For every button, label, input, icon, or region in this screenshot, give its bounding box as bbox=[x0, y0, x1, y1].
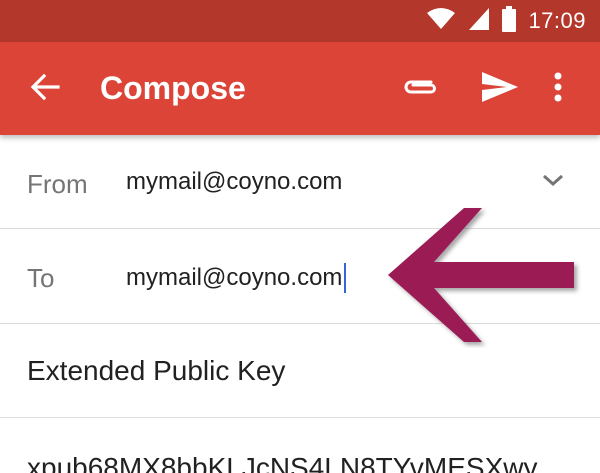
from-dropdown-button[interactable] bbox=[536, 165, 570, 199]
more-options-button[interactable] bbox=[540, 66, 576, 112]
compose-screen: 17:09 Compose From mymail@coyno.com To m… bbox=[0, 0, 600, 473]
paperclip-icon bbox=[401, 76, 439, 103]
attach-button[interactable] bbox=[398, 68, 442, 110]
status-bar: 17:09 bbox=[0, 0, 600, 42]
subject-input[interactable]: Extended Public Key bbox=[27, 355, 285, 387]
send-button[interactable] bbox=[476, 66, 524, 112]
wifi-icon bbox=[426, 7, 456, 36]
to-input[interactable]: mymail@coyno.com bbox=[126, 262, 366, 294]
send-icon bbox=[481, 71, 519, 108]
more-vert-icon bbox=[554, 72, 562, 107]
from-value[interactable]: mymail@coyno.com bbox=[126, 168, 342, 196]
status-time: 17:09 bbox=[528, 8, 586, 33]
text-cursor bbox=[344, 263, 347, 293]
app-bar: Compose bbox=[0, 42, 600, 135]
status-icons: 17:09 bbox=[426, 0, 586, 42]
to-value: mymail@coyno.com bbox=[126, 264, 343, 291]
battery-icon bbox=[502, 5, 517, 37]
chevron-down-icon bbox=[541, 172, 565, 193]
back-button[interactable] bbox=[24, 68, 66, 110]
cell-signal-icon bbox=[468, 7, 490, 36]
from-label: From bbox=[27, 169, 88, 199]
body-row[interactable]: xpub68MX8bbKLJcNS4LN8TYvMESXwy bbox=[0, 418, 600, 473]
page-title: Compose bbox=[100, 70, 246, 106]
annotation-arrow-icon bbox=[388, 208, 574, 342]
to-label: To bbox=[27, 263, 55, 293]
back-arrow-icon bbox=[30, 72, 60, 107]
body-text[interactable]: xpub68MX8bbKLJcNS4LN8TYvMESXwy bbox=[27, 452, 537, 473]
